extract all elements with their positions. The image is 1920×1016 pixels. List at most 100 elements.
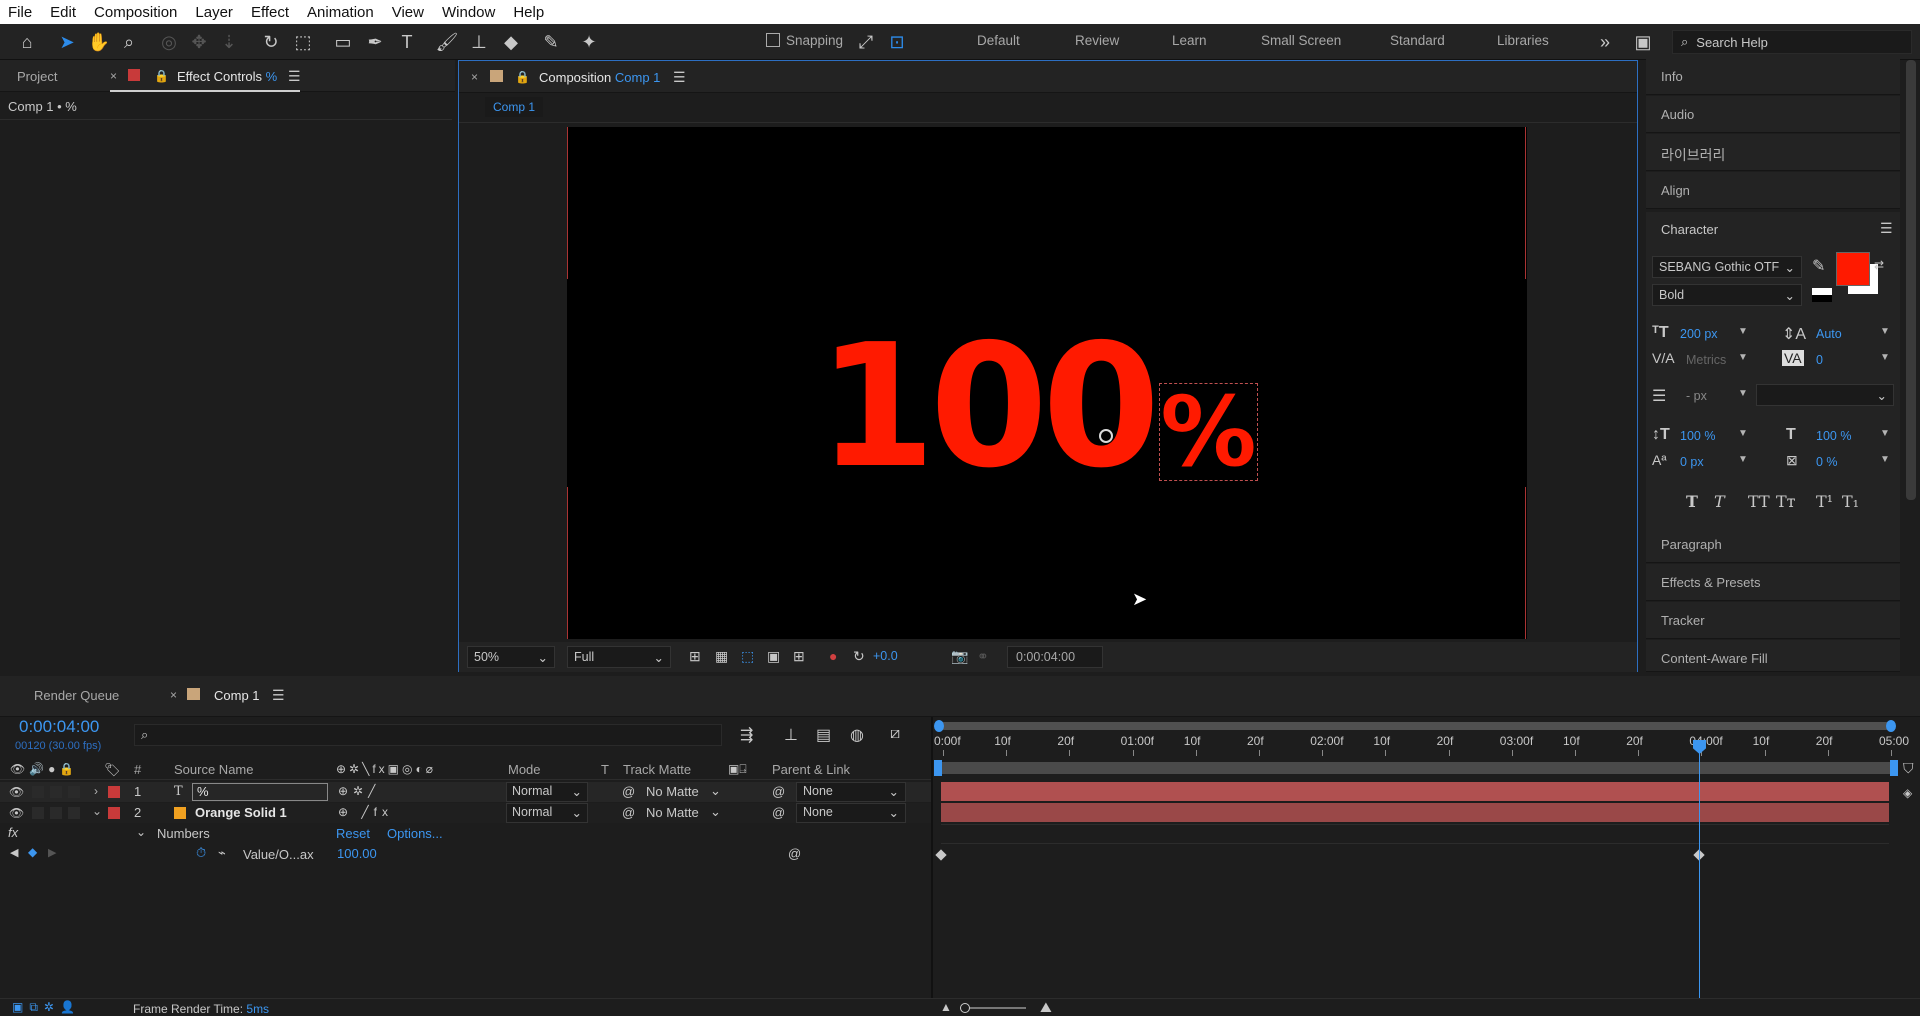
horizontal-scale-value[interactable]: 100 % — [1816, 429, 1851, 443]
chevron-down-icon[interactable]: ▼ — [1880, 326, 1890, 337]
tab-composition[interactable]: Composition Comp 1 — [539, 70, 660, 85]
eye-icon[interactable]: 👁 — [9, 806, 24, 820]
panel-audio[interactable]: Audio — [1646, 96, 1900, 133]
pen-tool-icon[interactable]: ✒ — [362, 29, 388, 55]
timeline-search-input[interactable]: ⌕ — [134, 724, 722, 746]
tsume-value[interactable]: 0 % — [1816, 455, 1838, 469]
keyframe-icon[interactable]: ◆ — [28, 845, 37, 859]
eraser-tool-icon[interactable]: ◆ — [498, 29, 524, 55]
comp-mini-flowchart-icon[interactable]: ⇶ — [740, 725, 753, 745]
panel-libraries[interactable]: 라이브러리 — [1646, 134, 1900, 171]
kerning-value[interactable]: Metrics — [1686, 353, 1726, 367]
home-icon[interactable]: ⌂ — [14, 29, 40, 55]
work-area-range[interactable] — [934, 760, 1898, 776]
anchor-point-icon[interactable] — [1099, 429, 1113, 443]
parent-pickwhip-icon[interactable]: @ — [772, 784, 785, 799]
dolly-tool-icon[interactable]: ⇣ — [216, 29, 242, 55]
font-style-select[interactable]: Bold ⌄ — [1652, 284, 1802, 306]
workspace-standard[interactable]: Standard — [1390, 33, 1445, 48]
all-caps-icon[interactable]: TT — [1748, 492, 1770, 511]
close-icon[interactable]: × — [471, 70, 478, 84]
font-size-value[interactable]: 200 px — [1680, 327, 1718, 341]
rotate-tool-icon[interactable]: ↻ — [258, 29, 284, 55]
menu-item-effect[interactable]: Effect — [242, 4, 298, 21]
chevron-down-icon[interactable]: ▼ — [1738, 388, 1748, 399]
collapse-arrow-icon[interactable]: ⌄ — [92, 804, 102, 818]
workspace-default[interactable]: Default — [977, 33, 1020, 48]
parent-pickwhip-icon[interactable]: @ — [772, 805, 785, 820]
panel-content-aware-fill[interactable]: Content-Aware Fill — [1646, 640, 1900, 672]
reset-link[interactable]: Reset — [336, 826, 370, 841]
tab-render-queue[interactable]: Render Queue — [34, 688, 119, 703]
layer-name[interactable]: Orange Solid 1 — [195, 805, 287, 820]
transparency-grid-icon[interactable]: ▦ — [715, 648, 728, 665]
tracking-value[interactable]: 0 — [1816, 353, 1823, 367]
right-panel-scrollbar[interactable] — [1906, 60, 1916, 500]
panel-effects-presets[interactable]: Effects & Presets — [1646, 564, 1900, 601]
panel-menu-icon[interactable]: ☰ — [288, 68, 301, 85]
expression-pickwhip-icon[interactable]: @ — [788, 846, 801, 861]
current-time[interactable]: 0:00:04:00 — [19, 717, 99, 737]
clone-stamp-tool-icon[interactable]: ⊥ — [466, 29, 492, 55]
menu-item-composition[interactable]: Composition — [85, 4, 186, 21]
workspace-learn[interactable]: Learn — [1172, 33, 1207, 48]
mask-visibility-icon[interactable]: ⬚ — [741, 648, 754, 665]
layer-switches-icon[interactable]: ⊕✲╱ — [338, 784, 380, 798]
chevron-down-icon[interactable]: ⌄ — [710, 783, 721, 799]
panel-info[interactable]: Info — [1646, 58, 1900, 95]
parent-select[interactable]: None ⌄ — [796, 803, 906, 823]
track-matte-value[interactable]: No Matte — [646, 784, 699, 799]
baseline-shift-value[interactable]: 0 px — [1680, 455, 1704, 469]
zoom-tool-icon[interactable]: ⌕ — [116, 29, 142, 55]
layer-label-color[interactable] — [108, 786, 120, 798]
leading-value[interactable]: Auto — [1816, 327, 1842, 341]
chevron-down-icon[interactable]: ▼ — [1880, 454, 1890, 465]
zoom-out-icon[interactable]: ▲ — [940, 1000, 952, 1014]
menu-item-file[interactable]: File — [0, 4, 41, 21]
faux-bold-icon[interactable]: T — [1686, 492, 1698, 511]
collapse-arrow-icon[interactable]: ⌄ — [136, 825, 146, 839]
pickwhip-icon[interactable]: @ — [622, 805, 635, 820]
fast-previews-icon[interactable]: ⊞ — [689, 648, 701, 665]
chevron-down-icon[interactable]: ▼ — [1880, 352, 1890, 363]
close-icon[interactable]: × — [110, 69, 117, 83]
tab-effect-controls[interactable]: Effect Controls % — [177, 69, 277, 84]
layer-row[interactable]: 👁 ⌄ 2 Orange Solid 1 ⊕ ╱fx Normal ⌄ @ No … — [0, 803, 932, 823]
default-colors-icon[interactable] — [1812, 288, 1832, 302]
hide-shy-icon[interactable]: ▤ — [816, 725, 831, 745]
panel-menu-icon[interactable]: ☰ — [673, 69, 686, 86]
close-icon[interactable]: × — [170, 688, 177, 702]
hand-tool-icon[interactable]: ✋ — [86, 29, 112, 55]
resolution-select[interactable]: Full ⌄ — [567, 646, 671, 668]
pan-tool-icon[interactable]: ✥ — [186, 29, 212, 55]
font-family-select[interactable]: SEBANG Gothic OTF ⌄ — [1652, 256, 1802, 278]
reset-exposure-icon[interactable]: ↻ — [853, 648, 865, 665]
expand-arrow-icon[interactable]: › — [94, 784, 98, 798]
footer-toggle-icons[interactable]: ▣⧉✲👤 — [12, 1000, 81, 1015]
workspace-libraries[interactable]: Libraries — [1497, 33, 1549, 48]
current-time-display[interactable]: 0:00:04:00 — [1007, 646, 1103, 668]
show-snapshot-icon[interactable]: ⚭ — [977, 648, 989, 665]
comp-viewer-tab[interactable]: Comp 1 — [485, 97, 544, 117]
layer-switches-icon[interactable]: ⊕ ╱fx — [338, 805, 393, 819]
layer-label-color[interactable] — [108, 807, 120, 819]
region-of-interest-icon[interactable]: ▣ — [767, 648, 780, 665]
snap-edge-icon[interactable]: ⤢ — [853, 29, 879, 55]
subscript-icon[interactable]: T₁ — [1842, 492, 1859, 511]
chevron-down-icon[interactable]: ⌄ — [710, 804, 721, 820]
eyedropper-icon[interactable]: ✎ — [1812, 256, 1825, 276]
zoom-select[interactable]: 50% ⌄ — [467, 646, 555, 668]
chevron-down-icon[interactable]: ▼ — [1880, 428, 1890, 439]
menu-item-help[interactable]: Help — [504, 4, 553, 21]
layer-2-duration-bar[interactable] — [941, 803, 1889, 822]
effect-name[interactable]: Numbers — [157, 826, 210, 841]
prev-keyframe-icon[interactable]: ◀ — [10, 846, 18, 859]
layer-mode-select[interactable]: Normal ⌄ — [506, 782, 588, 802]
search-help-input[interactable]: ⌕ Search Help — [1672, 30, 1912, 54]
panel-menu-icon[interactable]: ☰ — [1880, 220, 1893, 237]
orbit-tool-icon[interactable]: ◎ — [156, 29, 182, 55]
chevron-down-icon[interactable]: ▼ — [1738, 326, 1748, 337]
exposure-value[interactable]: +0.0 — [873, 649, 898, 663]
vertical-scale-value[interactable]: 100 % — [1680, 429, 1715, 443]
channel-icon[interactable]: ● — [829, 648, 837, 664]
